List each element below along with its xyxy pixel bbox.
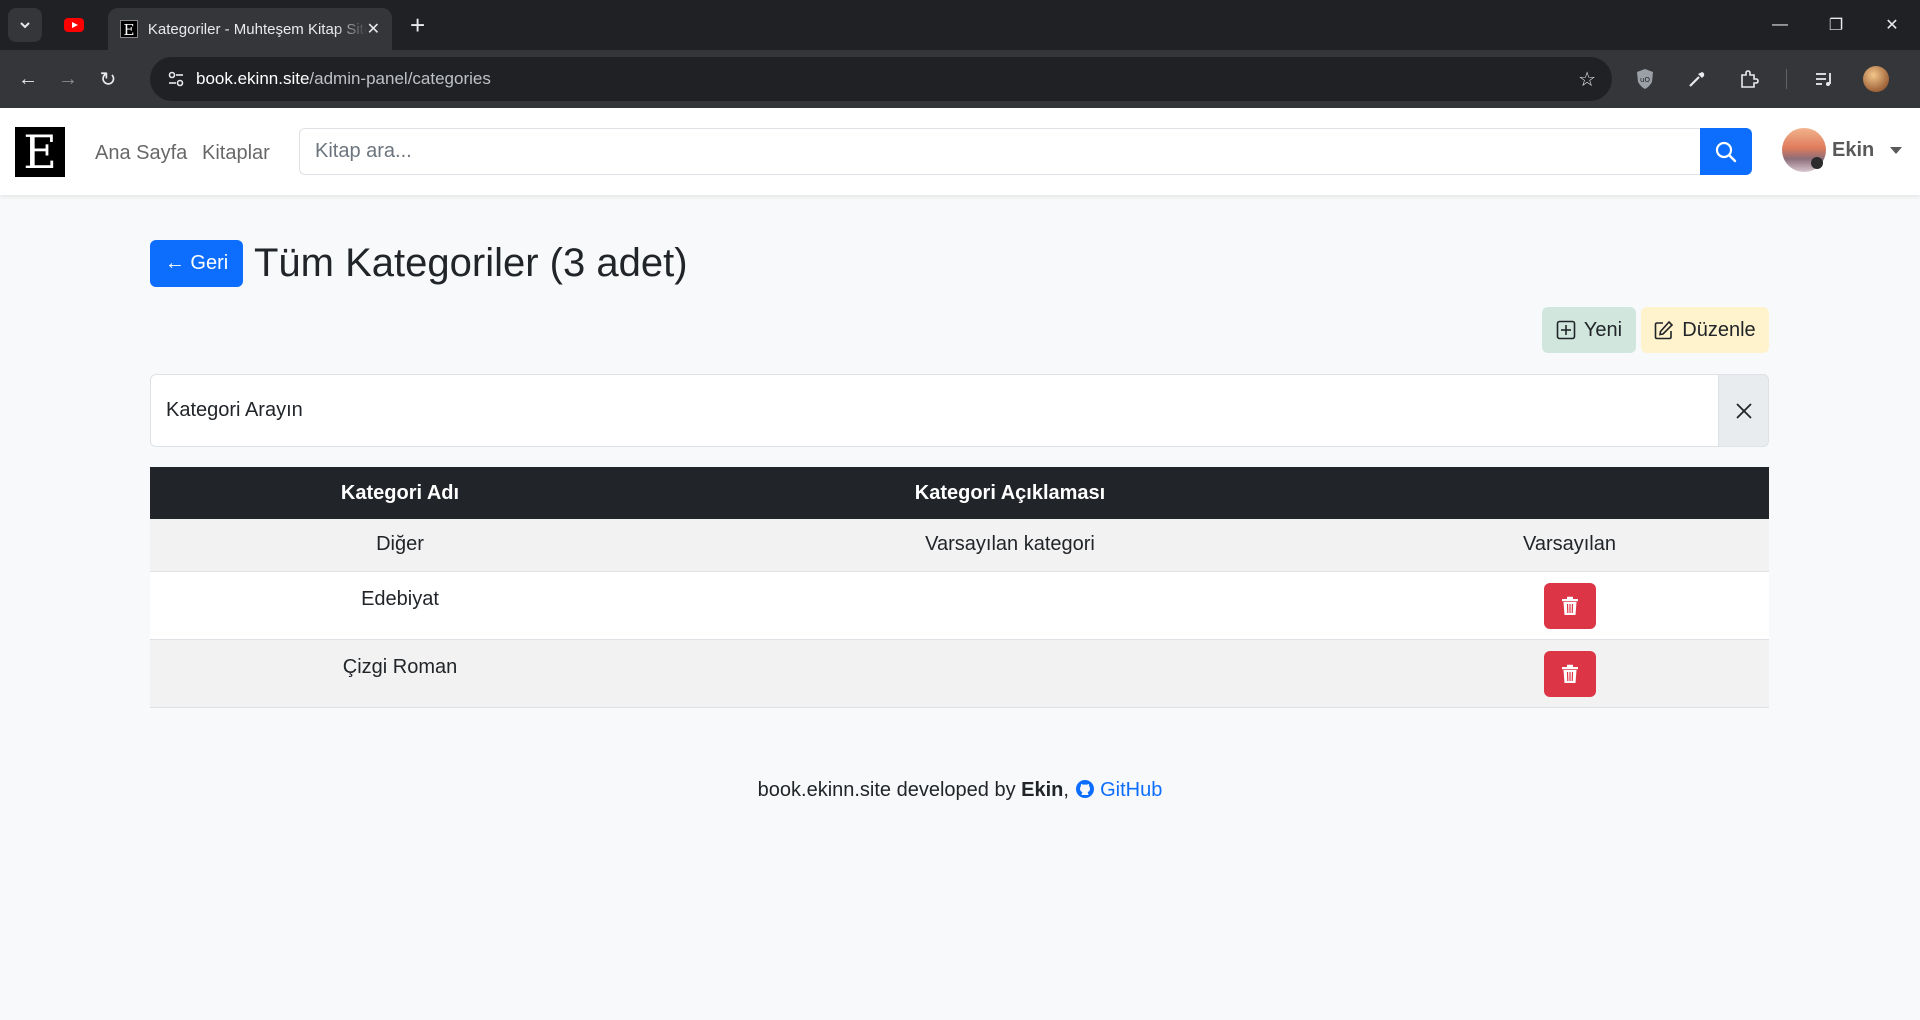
toolbar-separator — [1786, 69, 1787, 89]
pencil-square-icon — [1654, 320, 1674, 340]
table-row: Diğer Varsayılan kategori Varsayılan — [150, 519, 1769, 572]
header-category-name: Kategori Adı — [340, 481, 460, 504]
tab-search-button[interactable] — [8, 8, 42, 42]
restore-icon[interactable]: ❐ — [1808, 0, 1864, 50]
url-host: book.ekinn.site — [196, 69, 310, 88]
table-row: Edebiyat — [150, 571, 1769, 640]
forward-nav-icon[interactable]: → — [48, 59, 88, 99]
caret-down-icon — [1890, 146, 1903, 154]
plus-square-icon — [1556, 320, 1576, 340]
header-actions — [1370, 467, 1769, 519]
browser-toolbar: ← → ↻ book.ekinn.site/admin-panel/catego… — [0, 50, 1920, 108]
eyedropper-icon[interactable] — [1682, 64, 1712, 94]
edit-categories-label: Düzenle — [1682, 318, 1756, 341]
delete-button[interactable] — [1543, 582, 1596, 629]
new-category-button[interactable]: Yeni — [1542, 307, 1636, 353]
clear-filter-button[interactable] — [1718, 374, 1769, 447]
ublock-shield-icon[interactable]: uO — [1630, 64, 1660, 94]
categories-table: Kategori Adı Kategori Açıklaması Diğer V… — [150, 467, 1769, 708]
pinned-tab-youtube[interactable] — [54, 5, 94, 45]
category-name-cell: Çizgi Roman — [150, 639, 650, 708]
url-text: book.ekinn.site/admin-panel/categories — [196, 69, 491, 89]
search-icon — [1715, 141, 1737, 162]
close-icon — [1735, 402, 1752, 419]
category-filter: Kategori Arayın — [150, 374, 1769, 447]
profile-avatar-icon[interactable] — [1861, 64, 1891, 94]
chevron-down-icon — [20, 22, 30, 29]
header-category-description: Kategori Açıklaması — [914, 481, 1106, 504]
book-search-input[interactable]: Kitap ara... — [299, 128, 1700, 175]
site-settings-icon[interactable] — [166, 69, 186, 89]
back-button[interactable]: ← Geri — [150, 240, 243, 287]
github-link[interactable]: GitHub — [1075, 779, 1163, 801]
tab-title: Kategoriler - Muhteşem Kitap Sitesi — [147, 20, 367, 38]
puzzle-extensions-icon[interactable] — [1734, 64, 1764, 94]
window-controls: — ❐ ✕ — [1752, 0, 1920, 50]
site-navbar: E Ana Sayfa Kitaplar Kitap ara... Ekin — [0, 108, 1920, 195]
category-description-cell — [650, 639, 1370, 708]
github-link-label: GitHub — [1100, 779, 1163, 801]
footer-author: Ekin — [1021, 779, 1064, 801]
youtube-icon — [64, 18, 84, 32]
more-menu-icon[interactable]: ⋮ — [1913, 64, 1920, 94]
actions-cell — [1370, 571, 1769, 640]
new-tab-button[interactable]: + — [410, 12, 425, 38]
page-title: Tüm Kategoriler (3 adet) — [254, 241, 688, 285]
category-description-cell — [650, 571, 1370, 640]
svg-text:uO: uO — [1640, 76, 1650, 84]
active-tab[interactable]: E Kategoriler - Muhteşem Kitap Sitesi ✕ — [108, 8, 392, 50]
site-favicon-icon: E — [120, 20, 138, 39]
search-button[interactable] — [1700, 128, 1752, 175]
bookmark-star-icon[interactable]: ☆ — [1578, 67, 1596, 92]
category-name-cell: Edebiyat — [150, 571, 650, 640]
site-logo[interactable]: E — [15, 127, 65, 177]
delete-button[interactable] — [1543, 650, 1596, 697]
url-path: /admin-panel/categories — [309, 69, 491, 88]
user-menu[interactable]: Ekin — [1782, 128, 1903, 172]
table-header-row: Kategori Adı Kategori Açıklaması — [150, 467, 1769, 519]
address-bar[interactable]: book.ekinn.site/admin-panel/categories ☆ — [150, 57, 1612, 101]
footer-prefix: book.ekinn.site developed by — [757, 779, 1022, 801]
github-icon — [1075, 780, 1094, 798]
close-window-icon[interactable]: ✕ — [1864, 0, 1920, 50]
footer-separator: , — [1063, 779, 1069, 801]
user-name: Ekin — [1832, 138, 1875, 161]
category-description-cell: Varsayılan kategori — [650, 519, 1370, 572]
nav-link-books[interactable]: Kitaplar — [202, 142, 270, 165]
browser-tab-strip: E Kategoriler - Muhteşem Kitap Sitesi ✕ … — [0, 0, 1920, 50]
tab-close-icon[interactable]: ✕ — [367, 19, 380, 39]
trash-icon — [1561, 664, 1578, 683]
media-queue-icon[interactable] — [1809, 64, 1839, 94]
site-footer: book.ekinn.site developed by Ekin, GitHu… — [0, 779, 1920, 802]
book-search: Kitap ara... — [299, 128, 1752, 175]
minimize-icon[interactable]: — — [1752, 0, 1808, 50]
nav-link-home[interactable]: Ana Sayfa — [95, 142, 187, 165]
avatar — [1782, 128, 1826, 172]
trash-icon — [1561, 596, 1578, 615]
new-category-label: Yeni — [1583, 318, 1623, 341]
table-row: Çizgi Roman — [150, 639, 1769, 708]
default-label-cell: Varsayılan — [1370, 519, 1769, 572]
category-name-cell: Diğer — [150, 519, 650, 572]
extensions-area: uO ⋮ — [1630, 64, 1920, 94]
reload-icon[interactable]: ↻ — [88, 59, 128, 99]
category-search-input[interactable]: Kategori Arayın — [150, 374, 1718, 447]
actions-cell — [1370, 639, 1769, 708]
back-nav-icon[interactable]: ← — [8, 59, 48, 99]
edit-categories-button[interactable]: Düzenle — [1641, 307, 1769, 353]
